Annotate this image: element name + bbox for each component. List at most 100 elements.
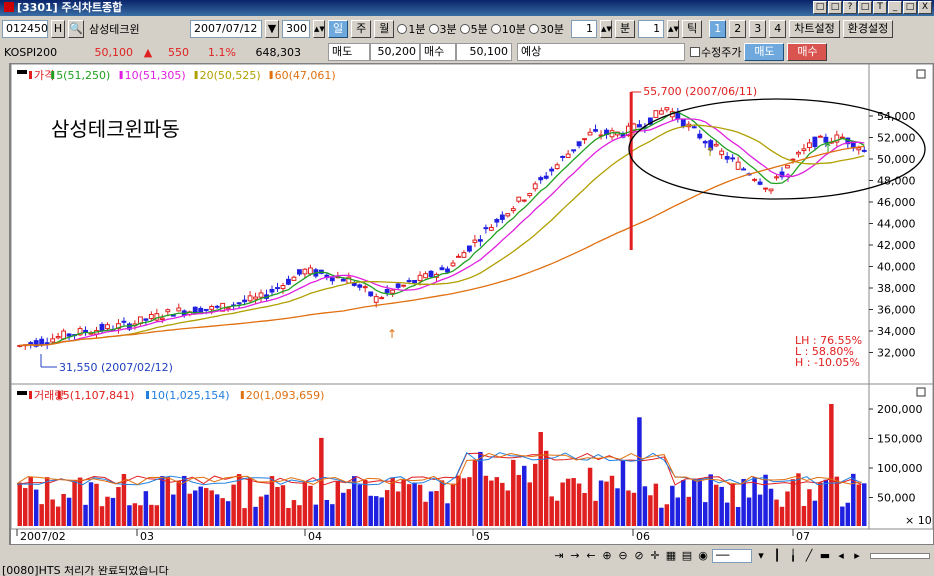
radio-3min[interactable]: 3분 bbox=[428, 21, 457, 37]
help-button[interactable]: ? bbox=[843, 1, 857, 14]
radio-1min[interactable]: 1분 bbox=[397, 21, 426, 37]
zoom-out-icon[interactable]: ⊖ bbox=[616, 549, 630, 563]
volume-bar bbox=[368, 495, 373, 526]
radio-30min[interactable]: 30분 bbox=[528, 21, 564, 37]
tab-monthly[interactable]: 월 bbox=[374, 20, 395, 38]
volume-bar bbox=[500, 482, 505, 526]
shrink-icon[interactable]: ◂ bbox=[834, 549, 848, 563]
radio-5min[interactable]: 5분 bbox=[459, 21, 488, 37]
volume-bar bbox=[719, 486, 724, 526]
volume-bar bbox=[554, 500, 560, 526]
volume-bar bbox=[527, 482, 532, 526]
zoom-fit-icon[interactable]: ⊘ bbox=[632, 549, 646, 563]
candle-body bbox=[472, 239, 478, 243]
page-tab-1[interactable]: 1 bbox=[709, 20, 727, 38]
volume-bar bbox=[724, 502, 730, 526]
volume-bar bbox=[576, 483, 582, 526]
arrow-left-icon[interactable]: ← bbox=[584, 549, 598, 563]
chart-area[interactable]: 54,000 52,000 50,000 48,000 46,000 44,000 42,0… bbox=[10, 63, 934, 545]
revise-price-checkbox[interactable]: 수정주가 bbox=[690, 44, 741, 60]
minimize-button[interactable]: _ bbox=[888, 1, 902, 14]
tick-button[interactable]: 틱 bbox=[682, 20, 703, 38]
volume-bar bbox=[428, 491, 434, 526]
volume-bar bbox=[417, 484, 423, 526]
signal-arrow-icon: ↑ bbox=[823, 141, 833, 155]
date-input[interactable]: 2007/07/12 bbox=[190, 20, 262, 38]
env-settings-button[interactable]: 환경설정 bbox=[842, 20, 894, 38]
candle-body bbox=[587, 131, 593, 136]
page-tab-4[interactable]: 4 bbox=[769, 20, 787, 38]
volume-bar bbox=[511, 459, 516, 526]
close-button[interactable]: X bbox=[918, 1, 932, 14]
price-tick-label: 40,000 bbox=[877, 261, 916, 274]
candle-body bbox=[499, 214, 505, 220]
candle-body bbox=[39, 338, 45, 345]
tick-unit-input[interactable]: 1 bbox=[638, 20, 665, 38]
count-input[interactable]: 300 bbox=[282, 20, 310, 38]
price-legend-swatch bbox=[119, 71, 123, 79]
dropdown-icon[interactable]: ▾ bbox=[754, 549, 768, 563]
window-btn-1[interactable]: □ bbox=[813, 1, 827, 14]
page-tab-3[interactable]: 3 bbox=[749, 20, 767, 38]
tab-daily[interactable]: 일 bbox=[328, 20, 349, 38]
search-icon[interactable]: 🔍 bbox=[68, 20, 84, 38]
stock-code-input[interactable]: 012450 bbox=[2, 20, 48, 38]
count-spinner-icon[interactable]: ▲▼ bbox=[313, 20, 325, 38]
zoom-in-icon[interactable]: ⊕ bbox=[600, 549, 614, 563]
minute-spinner-icon[interactable]: ▲▼ bbox=[600, 20, 612, 38]
candle-body bbox=[702, 141, 708, 144]
price-legend-swatch bbox=[29, 71, 32, 79]
window-btn-2[interactable]: □ bbox=[828, 1, 842, 14]
arrow-right-icon[interactable]: → bbox=[568, 549, 582, 563]
chart-settings-button[interactable]: 차트설정 bbox=[789, 20, 840, 38]
volume-bar bbox=[302, 482, 308, 526]
candle-body bbox=[143, 318, 149, 321]
candle-body bbox=[741, 168, 747, 171]
fill-icon[interactable]: ▬ bbox=[818, 549, 832, 563]
font-button[interactable]: T bbox=[873, 1, 887, 14]
radio-10min[interactable]: 10분 bbox=[490, 21, 526, 37]
price-tick-label: 48,000 bbox=[877, 175, 916, 188]
expand-icon[interactable]: ▸ bbox=[850, 549, 864, 563]
volume-unit: × 10 bbox=[905, 514, 932, 527]
candle-body bbox=[510, 208, 516, 212]
candle-body bbox=[505, 213, 511, 217]
page-tab-2[interactable]: 2 bbox=[729, 20, 747, 38]
bar-icon[interactable]: ╽ bbox=[786, 549, 800, 563]
candle-body bbox=[384, 289, 390, 293]
volume-bar bbox=[105, 496, 110, 526]
date-dropdown-icon[interactable]: ▼ bbox=[265, 20, 279, 38]
volume-bar bbox=[308, 485, 313, 526]
volume-bar bbox=[88, 482, 94, 526]
crosshair-icon[interactable]: ✛ bbox=[648, 549, 662, 563]
volume-bar bbox=[713, 484, 719, 526]
status-bar: [0080]HTS 처리가 완료되었습니다 bbox=[0, 566, 934, 576]
tick-spinner-icon[interactable]: ▲▼ bbox=[667, 20, 680, 38]
tab-weekly[interactable]: 주 bbox=[351, 20, 372, 38]
signal-arrow-icon: ↑ bbox=[705, 145, 715, 159]
arrow-right-end-icon[interactable]: ⇥ bbox=[552, 549, 566, 563]
line-icon[interactable]: ╱ bbox=[802, 549, 816, 563]
minute-unit-input[interactable]: 1 bbox=[571, 20, 597, 38]
maximize-button[interactable]: □ bbox=[903, 1, 917, 14]
code-h-button[interactable]: H bbox=[51, 20, 65, 38]
table-icon[interactable]: ▦ bbox=[664, 549, 678, 563]
sell-button[interactable]: 매도 bbox=[744, 43, 785, 61]
volume-legend-swatch bbox=[29, 391, 32, 399]
buy-button[interactable]: 매수 bbox=[787, 43, 828, 61]
minute-button[interactable]: 분 bbox=[615, 20, 636, 38]
left-side-panel[interactable] bbox=[0, 63, 10, 545]
volume-bar bbox=[275, 486, 280, 526]
window-btn-4[interactable]: □ bbox=[858, 1, 872, 14]
line-style-select[interactable]: ── bbox=[712, 549, 752, 563]
volume-bar bbox=[324, 500, 330, 526]
volume-bar bbox=[395, 491, 401, 526]
signal-icon[interactable]: ◉ bbox=[696, 549, 710, 563]
grid-icon[interactable]: ▤ bbox=[680, 549, 694, 563]
wave-annotation: 삼성테크윈파동 bbox=[51, 117, 180, 141]
volume-bar bbox=[138, 505, 143, 526]
zoom-slider[interactable] bbox=[870, 553, 930, 559]
toolbar: 012450 H 🔍 삼성테크윈 2007/07/12 ▼ 300 ▲▼ 일 주… bbox=[0, 17, 934, 41]
candle-icon[interactable]: ┃ bbox=[770, 549, 784, 563]
candle-body bbox=[664, 107, 670, 111]
